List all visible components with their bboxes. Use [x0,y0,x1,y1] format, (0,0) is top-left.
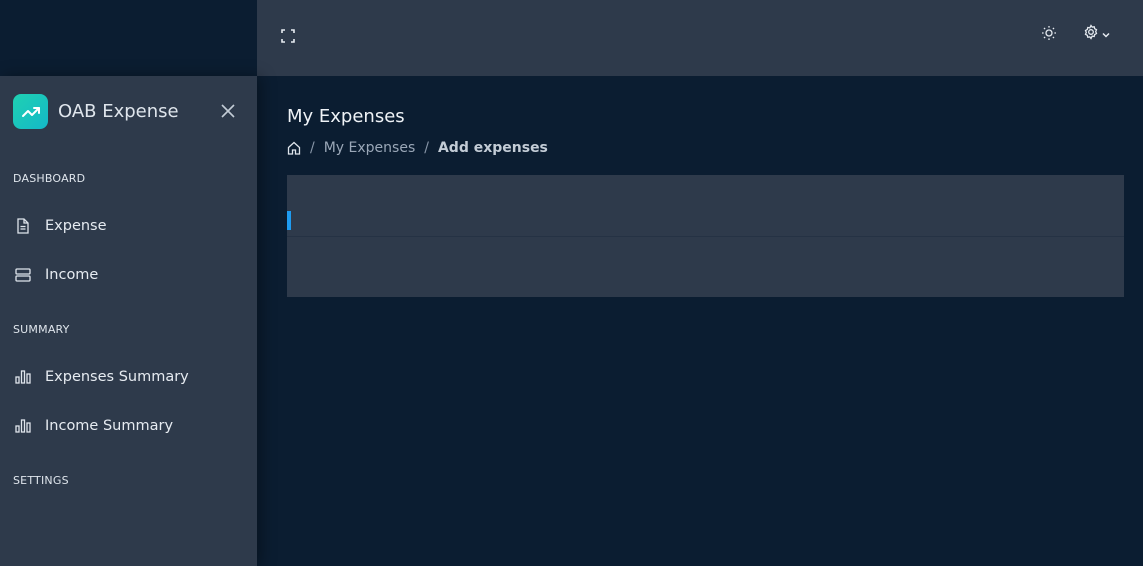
fullscreen-icon[interactable] [281,28,299,46]
page-title: My Expenses [287,106,405,127]
sidebar-item-expense[interactable]: Expense [0,208,257,244]
sidebar-item-label: Income Summary [45,418,174,434]
breadcrumb: / My Expenses / Add expenses [287,140,548,156]
loading-indicator [287,211,291,230]
section-label-settings: SETTINGS [13,474,69,487]
breadcrumb-link-my-expenses[interactable]: My Expenses [324,140,416,156]
bar-chart-icon [15,418,31,434]
app-root: OAB Expense DASHBOARD Expense Income SUM… [0,0,1143,566]
form-card [287,175,1124,297]
sidebar-item-income-summary[interactable]: Income Summary [0,408,257,444]
main-content: My Expenses / My Expenses / Add expenses [257,76,1143,566]
breadcrumb-current: Add expenses [437,140,548,156]
brand-name: OAB Expense [58,101,179,122]
sidebar-item-income[interactable]: Income [0,257,257,293]
document-icon [15,218,31,234]
sidebar-item-expenses-summary[interactable]: Expenses Summary [0,359,257,395]
settings-dropdown-button[interactable] [1083,24,1115,44]
brand[interactable]: OAB Expense [13,94,179,129]
section-label-summary: SUMMARY [13,323,70,336]
home-icon[interactable] [287,141,301,155]
section-label-dashboard: DASHBOARD [13,172,86,185]
breadcrumb-separator: / [424,140,429,156]
close-icon[interactable] [220,103,237,120]
sun-icon[interactable] [1041,25,1059,43]
top-header [257,0,1143,76]
sidebar-item-label: Expenses Summary [45,369,189,385]
trending-up-icon [13,94,48,129]
server-icon [15,267,31,283]
sidebar-item-label: Income [45,267,99,283]
card-divider [287,236,1124,237]
gear-icon [1083,24,1099,44]
breadcrumb-separator: / [310,140,315,156]
sidebar-item-label: Expense [45,218,107,234]
bar-chart-icon [15,369,31,385]
sidebar: OAB Expense DASHBOARD Expense Income SUM… [0,76,257,566]
chevron-down-icon [1101,25,1111,44]
top-left-corner [0,0,257,76]
